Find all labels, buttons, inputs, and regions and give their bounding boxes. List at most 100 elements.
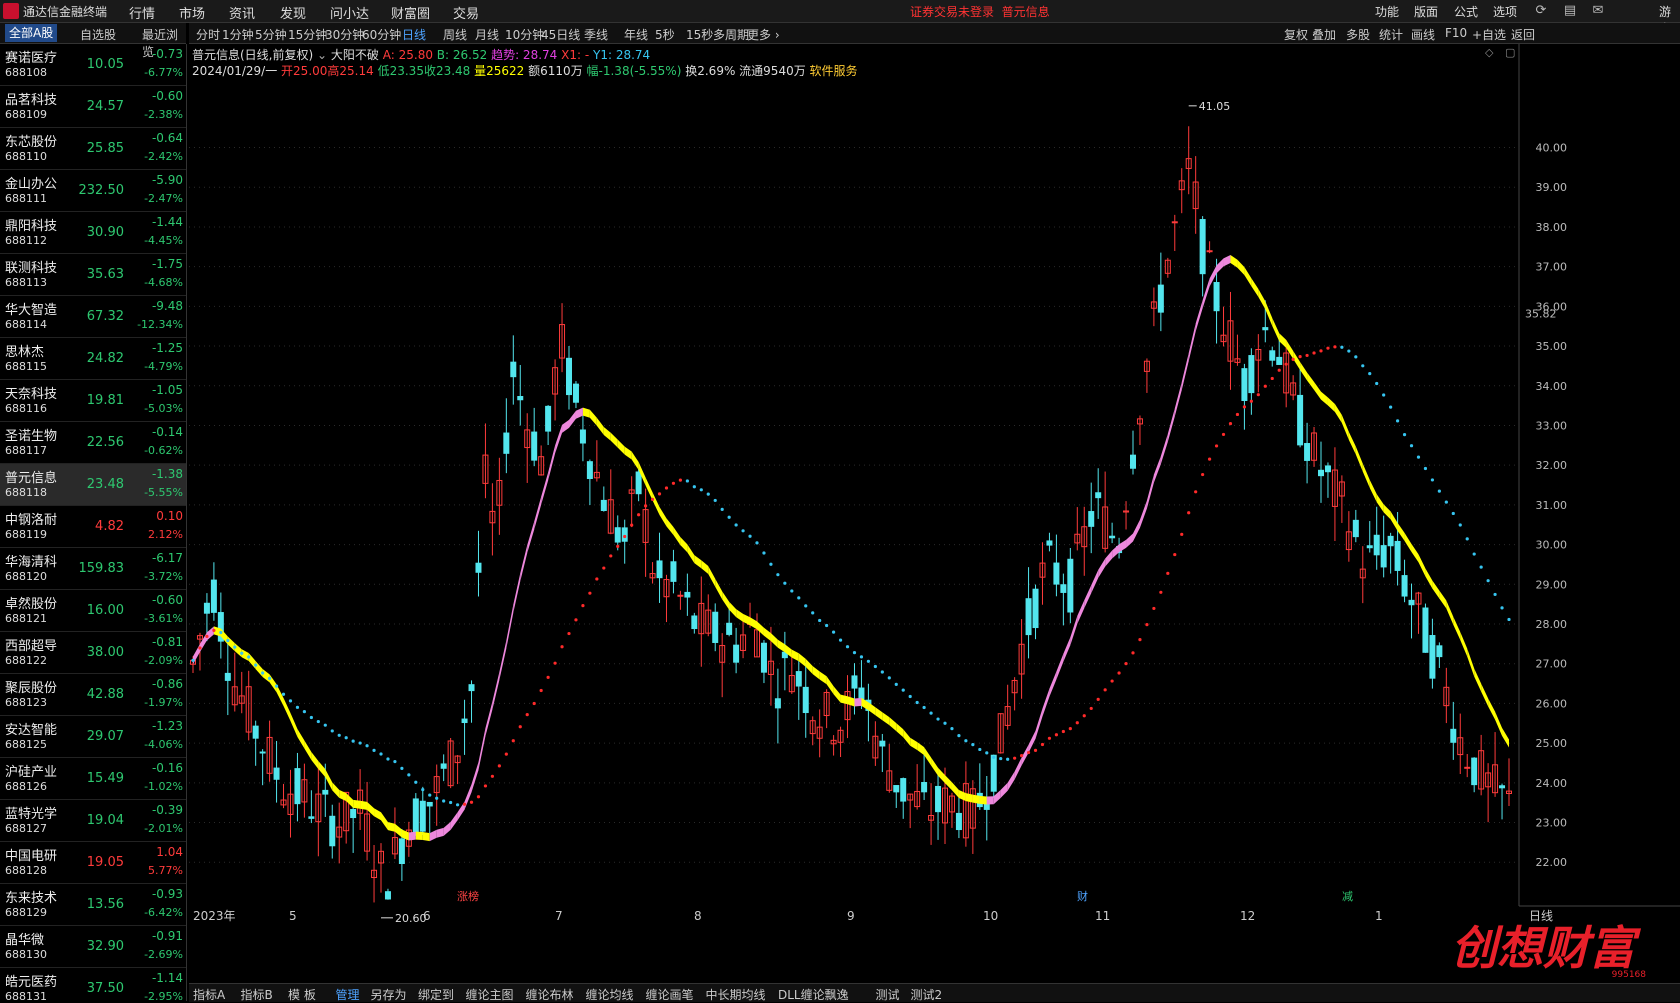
stock-row[interactable]: 思林杰 688115 24.82 -1.25 -4.79% xyxy=(0,338,186,380)
menu-banmian[interactable]: 版面 xyxy=(1414,3,1438,20)
y-tick-label: 28.00 xyxy=(1536,618,1568,631)
stock-price: 19.04 xyxy=(86,813,124,828)
menu-gongneng[interactable]: 功能 xyxy=(1375,3,1399,20)
stock-change: -1.44 xyxy=(151,215,183,229)
tool-button[interactable]: +自选 xyxy=(1472,26,1506,43)
stock-name: 西部超导 xyxy=(5,639,58,654)
formula-tab[interactable]: 绑定到 xyxy=(418,986,454,1003)
stock-row[interactable]: 天奈科技 688116 19.81 -1.05 -5.03% xyxy=(0,380,186,422)
menu-wenxiaoda[interactable]: 问小达 xyxy=(330,3,369,22)
stock-row[interactable]: 华大智造 688114 67.32 -9.48 -12.34% xyxy=(0,296,186,338)
stock-row[interactable]: 晶华微 688130 32.90 -0.91 -2.69% xyxy=(0,926,186,968)
tool-button[interactable]: 统计 xyxy=(1379,26,1403,43)
formula-tab[interactable]: 另存为 xyxy=(371,986,407,1003)
period-tab[interactable]: 月线 xyxy=(475,26,499,43)
menu-jiaoyi[interactable]: 交易 xyxy=(453,3,479,22)
menu-shichang[interactable]: 市场 xyxy=(179,3,205,22)
stock-row[interactable]: 沪硅产业 688126 15.49 -0.16 -1.02% xyxy=(0,758,186,800)
stock-row[interactable]: 西部超导 688122 38.00 -0.81 -2.09% xyxy=(0,632,186,674)
period-tab[interactable]: 季线 xyxy=(584,26,608,43)
stock-price: 16.00 xyxy=(86,603,124,618)
tab-all-a-shares[interactable]: 全部A股 xyxy=(5,24,58,42)
stock-row[interactable]: 赛诺医疗 688108 10.05 -0.73 -6.77% xyxy=(0,44,186,86)
stock-row[interactable]: 安达智能 688125 29.07 -1.23 -4.06% xyxy=(0,716,186,758)
menu-caifuquan[interactable]: 财富圈 xyxy=(391,3,430,22)
period-tab[interactable]: 日线 xyxy=(402,26,426,43)
stock-row[interactable]: 圣诺生物 688117 22.56 -0.14 -0.62% xyxy=(0,422,186,464)
bar-sector[interactable]: 软件服务 xyxy=(810,64,858,78)
period-tab[interactable]: 60分钟 xyxy=(362,26,401,43)
mail-icon[interactable]: ✉ xyxy=(1590,3,1606,19)
period-tab[interactable]: 年线 xyxy=(624,26,648,43)
formula-tab[interactable]: 指标A xyxy=(193,986,225,1003)
indicator-name[interactable]: 大阳不破 xyxy=(331,48,379,62)
stock-row[interactable]: 皓元医药 688131 37.50 -1.14 -2.95% xyxy=(0,968,186,1001)
candle-body xyxy=(259,751,266,754)
menu-xuanxiang[interactable]: 选项 xyxy=(1493,3,1517,20)
period-tab[interactable]: 分时 xyxy=(196,26,220,43)
kline-chart[interactable]: 22.00 23.00 24.00 25.00 26.00 27.00 28.00 29.00… xyxy=(189,44,1680,974)
tool-button[interactable]: 画线 xyxy=(1411,26,1435,43)
period-tab[interactable]: 10分钟 xyxy=(505,26,544,43)
stock-row[interactable]: 鼎阳科技 688112 30.90 -1.44 -4.45% xyxy=(0,212,186,254)
stock-row[interactable]: 普元信息 688118 23.48 -1.38 -5.55% xyxy=(0,464,186,506)
stock-row[interactable]: 蓝特光学 688127 19.04 -0.39 -2.01% xyxy=(0,800,186,842)
period-tab[interactable]: 15秒 xyxy=(686,26,713,43)
candle-body xyxy=(426,801,433,807)
formula-tab[interactable]: 管理 xyxy=(336,986,360,1003)
formula-tab[interactable]: 测试 xyxy=(876,986,900,1003)
stock-row[interactable]: 聚辰股份 688123 42.88 -0.86 -1.97% xyxy=(0,674,186,716)
tool-button[interactable]: 返回 xyxy=(1511,26,1535,43)
login-warning[interactable]: 证券交易未登录 普元信息 xyxy=(910,3,1050,20)
period-tab[interactable]: 周线 xyxy=(443,26,467,43)
trend-band-segment xyxy=(520,545,528,582)
formula-tab[interactable]: 缠论均线 xyxy=(586,986,634,1003)
formula-tab[interactable]: 测试2 xyxy=(911,986,943,1003)
tool-button[interactable]: 多股 xyxy=(1346,26,1370,43)
trend-band-segment xyxy=(346,793,354,808)
formula-tab[interactable]: 缠论主图 xyxy=(466,986,514,1003)
candle-body xyxy=(545,405,552,432)
ma-dot xyxy=(365,744,369,748)
stock-pct: -5.55% xyxy=(144,486,183,499)
menu-gongshi[interactable]: 公式 xyxy=(1454,3,1478,20)
trend-band-segment xyxy=(798,653,806,667)
period-tab[interactable]: 更多 › xyxy=(747,26,780,43)
stock-code: 688122 xyxy=(5,654,47,667)
kline-chart-canvas[interactable]: 22.00 23.00 24.00 25.00 26.00 27.00 28.00 29.00… xyxy=(189,44,1680,974)
tab-watchlist[interactable]: 自选股 xyxy=(80,26,116,43)
refresh-icon[interactable]: ⟳ xyxy=(1533,3,1549,19)
formula-tab[interactable]: 指标B xyxy=(241,986,273,1003)
calculator-icon[interactable]: ▤ xyxy=(1562,3,1578,19)
formula-tab[interactable]: DLL缠论飘逸 xyxy=(778,986,849,1003)
stock-row[interactable]: 金山办公 688111 232.50 -5.90 -2.47% xyxy=(0,170,186,212)
menu-faxian[interactable]: 发现 xyxy=(280,3,306,22)
stock-row[interactable]: 中国电研 688128 19.05 1.04 5.77% xyxy=(0,842,186,884)
menu-hangqing[interactable]: 行情 xyxy=(129,3,155,22)
stock-row[interactable]: 东来技术 688129 13.56 -0.93 -6.42% xyxy=(0,884,186,926)
period-tab[interactable]: 5秒 xyxy=(655,26,675,43)
trend-band-segment xyxy=(1000,782,1008,798)
period-tab[interactable]: 5分钟 xyxy=(255,26,287,43)
period-tab[interactable]: 30分钟 xyxy=(325,26,364,43)
period-tab[interactable]: 15分钟 xyxy=(288,26,327,43)
menu-zixun[interactable]: 资讯 xyxy=(229,3,255,22)
period-tab[interactable]: 1分钟 xyxy=(222,26,254,43)
stock-row[interactable]: 卓然股份 688121 16.00 -0.60 -3.61% xyxy=(0,590,186,632)
tool-button[interactable]: 叠加 xyxy=(1312,26,1336,43)
dropdown-icon[interactable]: ⌄ xyxy=(317,48,327,62)
tool-button[interactable]: F10 xyxy=(1445,26,1467,40)
formula-tab[interactable]: 模 板 xyxy=(288,986,316,1003)
stock-row[interactable]: 品茗科技 688109 24.57 -0.60 -2.38% xyxy=(0,86,186,128)
stock-row[interactable]: 东芯股份 688110 25.85 -0.64 -2.42% xyxy=(0,128,186,170)
formula-tab[interactable]: 缠论画笔 xyxy=(646,986,694,1003)
stock-row[interactable]: 华海清科 688120 159.83 -6.17 -3.72% xyxy=(0,548,186,590)
stock-pct: -2.42% xyxy=(144,150,183,163)
stock-row[interactable]: 中钢洛耐 688119 4.82 0.10 2.12% xyxy=(0,506,186,548)
formula-tab[interactable]: 中长期均线 xyxy=(706,986,766,1003)
formula-tab[interactable]: 缠论布林 xyxy=(526,986,574,1003)
period-tab[interactable]: 多周期 xyxy=(713,26,749,43)
period-tab[interactable]: 45日线 xyxy=(541,26,580,43)
tool-button[interactable]: 复权 xyxy=(1284,26,1308,43)
stock-row[interactable]: 联测科技 688113 35.63 -1.75 -4.68% xyxy=(0,254,186,296)
